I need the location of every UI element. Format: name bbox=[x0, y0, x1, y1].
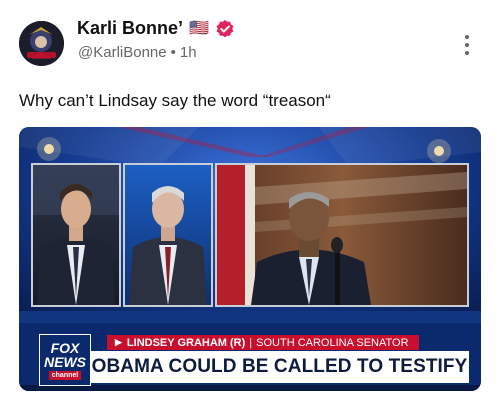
author-meta: @KarliBonne • 1h bbox=[78, 44, 197, 61]
author-display-name[interactable]: Karli Bonne’ bbox=[77, 18, 183, 39]
avatar-image bbox=[19, 21, 64, 66]
avatar[interactable] bbox=[19, 21, 64, 66]
fox-logo-line1: FOX bbox=[50, 339, 80, 356]
fox-logo-line3: channel bbox=[48, 370, 82, 380]
chyron-nameplate: ▶ LINDSEY GRAHAM (R) | SOUTH CAROLINA SE… bbox=[107, 335, 419, 350]
fox-logo-line2: NEWS bbox=[44, 353, 86, 370]
post-text: Why can’t Lindsay say the word “treason“ bbox=[19, 91, 331, 110]
author-handle[interactable]: @KarliBonne bbox=[78, 44, 167, 61]
chyron-headline: OBAMA COULD BE CALLED TO TESTIFY bbox=[90, 351, 469, 383]
verified-badge-icon bbox=[216, 19, 234, 37]
author-name-row: Karli Bonne’ 🇺🇸 bbox=[77, 18, 235, 39]
chyron-role: SOUTH CAROLINA SENATOR bbox=[256, 336, 409, 349]
more-options-button[interactable] bbox=[455, 33, 479, 57]
chyron-name: LINDSEY GRAHAM (R) bbox=[126, 336, 246, 349]
more-options-icon-dot bbox=[465, 43, 469, 47]
more-options-icon-dot bbox=[465, 51, 469, 55]
meta-separator: • bbox=[170, 44, 176, 61]
post-media[interactable]: ▶ LINDSEY GRAHAM (R) | SOUTH CAROLINA SE… bbox=[19, 127, 481, 391]
chyron-separator: | bbox=[249, 336, 253, 349]
us-flag-emoji: 🇺🇸 bbox=[189, 19, 209, 37]
fox-news-logo: FOX NEWS channel bbox=[39, 334, 91, 386]
post-timestamp[interactable]: 1h bbox=[180, 44, 197, 61]
more-options-icon bbox=[465, 35, 469, 39]
chyron-arrow-icon: ▶ bbox=[115, 337, 122, 347]
